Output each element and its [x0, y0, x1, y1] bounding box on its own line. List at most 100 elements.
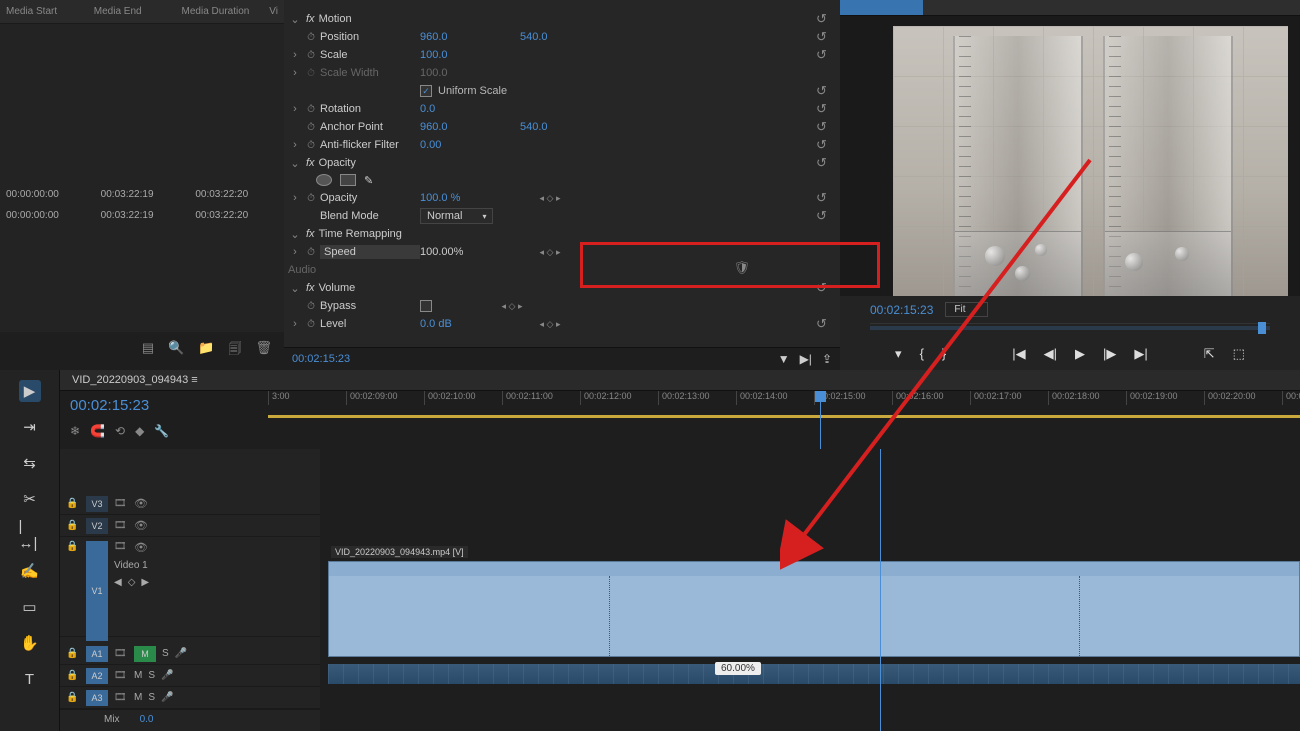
zoom-fit-dropdown[interactable]: Fit ⌄: [945, 302, 988, 317]
ellipse-mask-icon[interactable]: [316, 174, 332, 186]
opacity-section[interactable]: ⌄ fx Opacity ↺: [284, 154, 840, 172]
audio-clip[interactable]: [328, 664, 1300, 684]
stopwatch-icon[interactable]: ⏱: [302, 301, 320, 312]
new-bin-icon[interactable]: 📁: [198, 340, 214, 362]
pen-mask-icon[interactable]: ✎: [364, 174, 373, 187]
voice-over-icon[interactable]: 🎤: [161, 692, 175, 703]
track-select-tool[interactable]: ⇥: [19, 416, 41, 438]
track-header-v1[interactable]: 🔒 V1 🎞 👁 Video 1 ◀ ◇ ▶: [60, 537, 320, 637]
keyframe-nav[interactable]: ◂ ◇ ▸: [482, 301, 542, 312]
playhead-line[interactable]: [880, 449, 881, 731]
scale-value[interactable]: 100.0: [420, 49, 520, 61]
lock-icon[interactable]: 🔒: [66, 541, 80, 552]
mark-out-icon[interactable]: }: [942, 346, 946, 362]
lift-icon[interactable]: ⇱: [1204, 346, 1215, 362]
play-icon[interactable]: ▶|: [800, 352, 812, 366]
stopwatch-icon[interactable]: ⏱: [302, 50, 320, 61]
hand-tool[interactable]: ✋: [19, 632, 41, 654]
source-patch-icon[interactable]: 🎞: [114, 520, 128, 531]
volume-section[interactable]: ⌄ fx Volume ↺: [284, 279, 840, 297]
go-to-out-icon[interactable]: ▶|: [1134, 346, 1147, 362]
mix-track-header[interactable]: Mix 0.0: [60, 709, 320, 729]
reset-icon[interactable]: ↺: [816, 11, 836, 27]
expand-icon[interactable]: ›: [288, 318, 302, 330]
go-to-in-icon[interactable]: |◀: [1012, 346, 1025, 362]
collapse-icon[interactable]: ⌄: [288, 157, 302, 170]
media-row[interactable]: 00:00:00:00 00:03:22:19 00:03:22:20: [0, 184, 284, 205]
blend-mode-dropdown[interactable]: Normal: [420, 208, 493, 224]
reset-icon[interactable]: ↺: [816, 83, 836, 99]
stopwatch-icon[interactable]: ⏱: [302, 122, 320, 133]
magnet-icon[interactable]: 🧲: [90, 424, 105, 438]
list-view-icon[interactable]: ▤: [142, 340, 154, 362]
keyframe-next-icon[interactable]: ▶: [141, 577, 149, 588]
media-row[interactable]: 00:00:00:00 00:03:22:19 00:03:22:20: [0, 205, 284, 226]
speed-value[interactable]: 100.00%: [420, 246, 520, 258]
work-area-bar[interactable]: [268, 415, 1300, 418]
filter-icon[interactable]: ▼: [778, 352, 790, 366]
keyframe-nav[interactable]: ◂ ◇ ▸: [520, 193, 580, 204]
source-patch-icon[interactable]: 🎞: [114, 692, 128, 703]
eye-icon[interactable]: 👁: [134, 541, 148, 554]
position-x-value[interactable]: 960.0: [420, 31, 520, 43]
uniform-scale-checkbox[interactable]: [420, 85, 432, 97]
reset-icon[interactable]: ↺: [816, 29, 836, 45]
video-clip[interactable]: VID_20220903_094943.mp4 [V]: [328, 561, 1300, 657]
mute-button[interactable]: M: [134, 670, 142, 681]
search-icon[interactable]: 🔍: [168, 340, 184, 362]
collapse-icon[interactable]: ⌄: [288, 13, 302, 26]
keyframe-nav[interactable]: ◂ ◇ ▸: [520, 247, 580, 258]
stopwatch-icon[interactable]: ⏱: [302, 104, 320, 115]
voice-over-icon[interactable]: 🎤: [175, 648, 189, 659]
play-button[interactable]: ▶: [1075, 346, 1085, 362]
track-header-v2[interactable]: 🔒 V2 🎞 👁: [60, 515, 320, 537]
export-frame-icon[interactable]: ⬚: [1233, 346, 1245, 362]
anchor-y-value[interactable]: 540.0: [520, 121, 580, 133]
marker-icon[interactable]: ◆: [135, 424, 144, 438]
audio-section[interactable]: Audio: [284, 261, 840, 279]
keyframe-prev-icon[interactable]: ◀: [114, 577, 122, 588]
expand-icon[interactable]: ›: [288, 103, 302, 115]
opacity-value[interactable]: 100.0 %: [420, 192, 520, 204]
reset-icon[interactable]: ↺: [816, 208, 836, 224]
delete-icon[interactable]: 🗑: [255, 340, 272, 362]
stopwatch-icon[interactable]: ⏱: [302, 140, 320, 151]
stopwatch-icon[interactable]: ⏱: [302, 319, 320, 330]
expand-icon[interactable]: ›: [288, 139, 302, 151]
track-header-a1[interactable]: 🔒 A1 🎞 M S 🎤: [60, 643, 320, 665]
rectangle-tool[interactable]: ▭: [19, 596, 41, 618]
stopwatch-icon[interactable]: ⏱: [302, 193, 320, 204]
reset-icon[interactable]: ↺: [816, 155, 836, 171]
sequence-tab[interactable]: VID_20220903_094943 ≡: [60, 370, 1300, 391]
motion-section[interactable]: ⌄ fx Motion ↺: [284, 10, 840, 28]
speed-keyframe[interactable]: [609, 576, 610, 656]
source-patch-icon[interactable]: 🎞: [114, 670, 128, 681]
solo-button[interactable]: S: [162, 648, 169, 659]
source-patch-icon[interactable]: 🎞: [114, 541, 128, 554]
timeline-timecode[interactable]: 00:02:15:23: [70, 397, 250, 414]
pen-tool[interactable]: ✍: [19, 560, 41, 582]
expand-icon[interactable]: ›: [288, 192, 302, 204]
scrub-playhead[interactable]: [1258, 322, 1266, 334]
expand-icon[interactable]: ›: [288, 49, 302, 61]
mix-value[interactable]: 0.0: [140, 714, 154, 725]
razor-tool[interactable]: ✂: [19, 488, 41, 510]
col-media-end[interactable]: Media End: [88, 4, 176, 19]
fx-timecode[interactable]: 00:02:15:23: [292, 353, 350, 365]
reset-icon[interactable]: ↺: [816, 119, 836, 135]
eye-icon[interactable]: 👁: [134, 497, 148, 510]
type-tool[interactable]: T: [19, 668, 41, 690]
position-y-value[interactable]: 540.0: [520, 31, 580, 43]
stopwatch-icon[interactable]: ⏱: [302, 247, 320, 258]
collapse-icon[interactable]: ⌄: [288, 228, 302, 241]
expand-icon[interactable]: ›: [288, 246, 302, 258]
flicker-value[interactable]: 0.00: [420, 139, 520, 151]
eye-icon[interactable]: 👁: [134, 519, 148, 532]
track-header-v3[interactable]: 🔒 V3 🎞 👁: [60, 493, 320, 515]
track-header-a3[interactable]: 🔒 A3 🎞 M S 🎤: [60, 687, 320, 709]
stopwatch-icon[interactable]: ⏱: [302, 32, 320, 43]
anchor-x-value[interactable]: 960.0: [420, 121, 520, 133]
new-item-icon[interactable]: 🗐: [228, 340, 241, 362]
ripple-edit-tool[interactable]: ⇆: [19, 452, 41, 474]
solo-button[interactable]: S: [148, 670, 155, 681]
